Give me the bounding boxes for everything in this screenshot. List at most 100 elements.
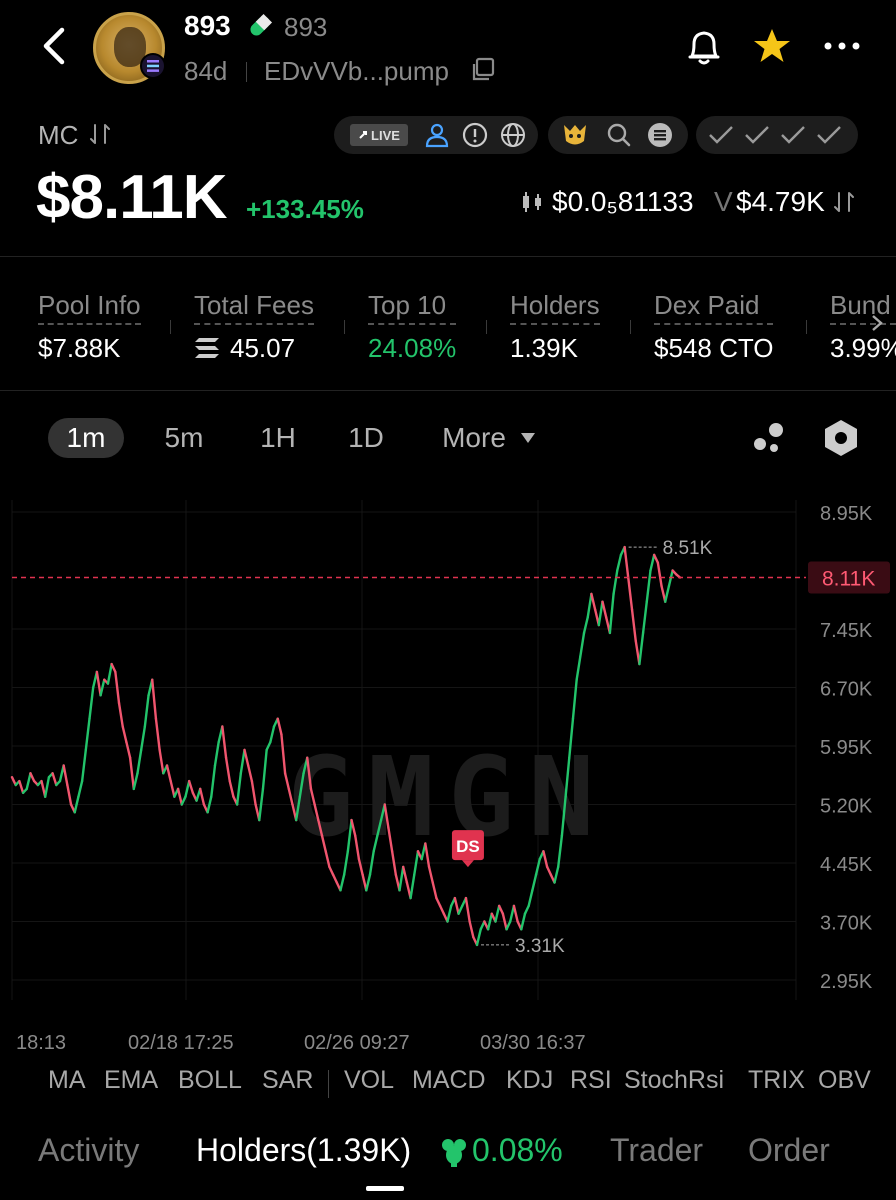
- series-segment: [328, 865, 335, 876]
- candle-icon: [523, 192, 541, 212]
- tab-activity[interactable]: Activity: [38, 1132, 139, 1169]
- series-segment: [527, 889, 534, 908]
- series-segment: [18, 779, 25, 794]
- series-segment: [269, 725, 276, 744]
- indicator-kdj[interactable]: KDJ: [506, 1066, 553, 1095]
- divider: [0, 256, 896, 257]
- tag-group-checks: [696, 116, 858, 154]
- indicator-macd[interactable]: MACD: [412, 1066, 486, 1095]
- tab-order[interactable]: Order: [748, 1132, 830, 1169]
- series-segment: [435, 896, 442, 908]
- series-segment: [84, 717, 91, 752]
- series-segment: [261, 748, 268, 791]
- swap-icon[interactable]: [832, 190, 856, 214]
- indicator-dots-icon[interactable]: [748, 418, 788, 458]
- indicator-boll[interactable]: BOLL: [178, 1066, 242, 1095]
- indicator-vol[interactable]: VOL: [344, 1066, 394, 1095]
- series-segment: [667, 569, 674, 588]
- x-tick: 02/18 17:25: [128, 1032, 234, 1054]
- more-icon[interactable]: [822, 40, 862, 52]
- contract-address[interactable]: EDvVVb...pump: [264, 56, 449, 87]
- y-tick: 4.45K: [820, 854, 873, 876]
- swap-icon[interactable]: [88, 122, 112, 146]
- market-cap-change: +133.45%: [246, 194, 364, 224]
- globe-icon[interactable]: [500, 122, 526, 148]
- live-badge[interactable]: LIVE: [350, 124, 408, 146]
- chevron-right-icon[interactable]: [866, 312, 888, 334]
- series-segment: [77, 779, 84, 798]
- series-segment: [235, 772, 243, 806]
- copy-icon[interactable]: [470, 56, 496, 82]
- timeframe-1m[interactable]: 1m: [48, 418, 124, 458]
- series-segment: [497, 904, 505, 915]
- indicator-sar[interactable]: SAR: [262, 1066, 313, 1095]
- divider: [0, 390, 896, 391]
- series-segment: [25, 772, 32, 791]
- series-segment: [44, 776, 51, 798]
- stat-separator: [344, 320, 345, 334]
- stat-pool-info[interactable]: Pool Info $7.88K: [38, 290, 141, 364]
- user-icon[interactable]: [424, 122, 450, 148]
- series-segment: [627, 577, 634, 611]
- series-segment: [505, 920, 512, 931]
- series-segment: [125, 740, 132, 759]
- series-segment: [151, 678, 158, 720]
- back-icon[interactable]: [34, 24, 74, 68]
- series-segment: [117, 701, 124, 728]
- bonk-icon[interactable]: [560, 121, 590, 149]
- bell-icon[interactable]: [684, 26, 724, 68]
- x-tick: 18:13: [16, 1032, 67, 1054]
- series-segment: [468, 920, 475, 939]
- chevron-down-icon: [521, 433, 535, 443]
- info-icon[interactable]: [462, 122, 488, 148]
- y-tick: 3.70K: [820, 913, 873, 935]
- high-marker-label: 8.51K: [663, 538, 713, 559]
- tab-trader[interactable]: Trader: [610, 1132, 703, 1169]
- tab-holders[interactable]: Holders(1.39K): [196, 1132, 411, 1169]
- indicator-trix[interactable]: TRIX: [748, 1066, 805, 1095]
- series-segment: [464, 896, 471, 923]
- series-segment: [641, 600, 648, 635]
- timeframe-1d[interactable]: 1D: [336, 418, 396, 458]
- x-tick: 03/30 16:37: [480, 1032, 586, 1054]
- stat-total-fees[interactable]: Total Fees 45.07: [194, 290, 314, 364]
- timeframe-1h[interactable]: 1H: [248, 418, 308, 458]
- price-chart[interactable]: GMGN 8.11K8.51K3.31KDS 8.95K7.45K6.70K5.…: [0, 480, 896, 1040]
- series-segment: [612, 569, 619, 596]
- y-tick: 8.95K: [820, 503, 873, 525]
- series-segment: [601, 600, 608, 619]
- timeframe-5m[interactable]: 5m: [152, 418, 216, 458]
- series-segment: [158, 748, 165, 775]
- series-segment: [645, 569, 652, 603]
- series-segment: [571, 678, 578, 720]
- indicator-rsi[interactable]: RSI: [570, 1066, 612, 1095]
- series-segment: [457, 904, 464, 915]
- series-segment: [608, 592, 615, 635]
- token-price: $0.0₅81133: [552, 186, 694, 217]
- series-segment: [579, 631, 586, 658]
- stat-holders[interactable]: Holders 1.39K: [510, 290, 600, 364]
- timeframe-more[interactable]: More: [432, 418, 516, 458]
- search-icon[interactable]: [606, 122, 632, 148]
- series-segment: [280, 733, 287, 775]
- series-segment: [512, 904, 519, 923]
- stat-dex-paid[interactable]: Dex Paid $548 CTO: [654, 290, 774, 364]
- settings-hexagon-icon[interactable]: [822, 418, 860, 458]
- indicator-ema[interactable]: EMA: [104, 1066, 158, 1095]
- layers-icon[interactable]: [646, 121, 674, 149]
- series-segment: [276, 717, 283, 736]
- current-price-label: 8.11K: [822, 568, 875, 591]
- stat-top10[interactable]: Top 10 24.08%: [368, 290, 457, 364]
- series-segment: [66, 783, 73, 806]
- star-icon[interactable]: [752, 26, 792, 66]
- series-segment: [494, 904, 501, 923]
- series-segment: [475, 928, 482, 947]
- series-segment: [652, 553, 660, 564]
- series-segment: [210, 764, 217, 798]
- indicator-obv[interactable]: OBV: [818, 1066, 871, 1095]
- indicator-stochrsi[interactable]: StochRsi: [624, 1066, 724, 1095]
- series-segment: [586, 592, 593, 619]
- series-segment: [106, 662, 113, 685]
- token-avatar[interactable]: [93, 12, 166, 84]
- indicator-ma[interactable]: MA: [48, 1066, 86, 1095]
